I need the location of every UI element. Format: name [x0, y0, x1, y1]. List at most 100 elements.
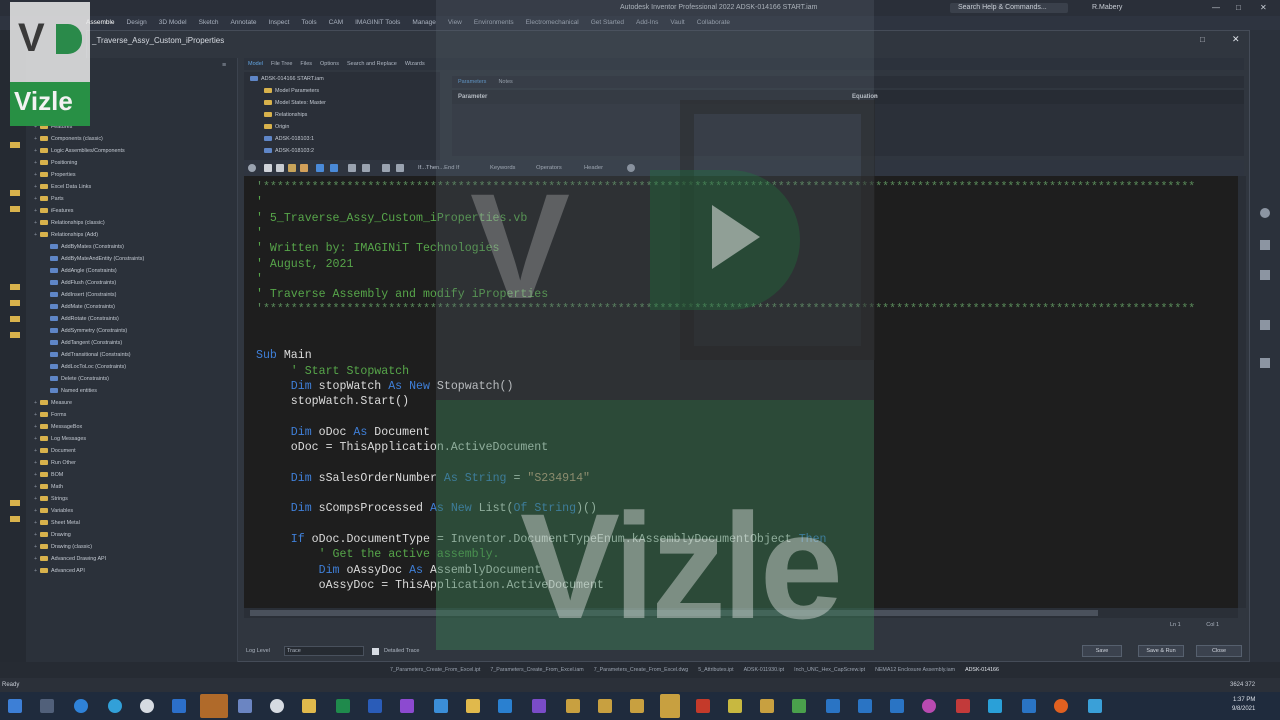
start-icon[interactable] [8, 699, 22, 713]
vertical-scrollbar[interactable] [1238, 176, 1246, 608]
model-tree-node[interactable]: ADSK-018103:2 [264, 146, 314, 156]
document-tab[interactable]: Inch_UNC_Hex_CapScrew.ipt [794, 667, 865, 673]
ribbon-tab[interactable]: Assemble [86, 19, 115, 26]
tree-node[interactable]: AddAngle (Constraints) [50, 266, 117, 276]
look-at-icon[interactable] [1260, 358, 1270, 368]
cut-icon[interactable] [264, 164, 272, 172]
expand-icon[interactable]: + [34, 170, 38, 180]
tree-node[interactable]: + iFeatures [34, 206, 73, 216]
tree-node[interactable]: + BOM [34, 470, 63, 480]
expand-icon[interactable]: + [34, 206, 38, 216]
tree-node[interactable]: + Logic Assemblies/Components [34, 146, 125, 156]
folder-icon[interactable] [10, 516, 20, 522]
outlook-icon[interactable] [172, 699, 186, 713]
model-tree-node[interactable]: Model Parameters [264, 86, 319, 96]
copy-icon[interactable] [276, 164, 284, 172]
folder-icon[interactable] [10, 300, 20, 306]
tree-node[interactable]: + Properties [34, 170, 76, 180]
inventor-active-icon[interactable] [660, 694, 680, 718]
autocad-icon[interactable] [696, 699, 710, 713]
tree-node[interactable]: AddByMateAndEntity (Constraints) [50, 254, 144, 264]
tree-node[interactable]: + Run Other [34, 458, 76, 468]
steering-wheel-icon[interactable] [1260, 208, 1270, 218]
tree-node[interactable]: + Advanced API [34, 566, 85, 576]
folder-icon[interactable] [10, 500, 20, 506]
model-tree-node[interactable]: ADSK-014166 START.iam [250, 74, 324, 84]
tree-node[interactable]: + Log Messages [34, 434, 86, 444]
expand-icon[interactable]: + [34, 434, 38, 444]
tree-node[interactable]: AddSymmetry (Constraints) [50, 326, 127, 336]
top-tab[interactable]: Search and Replace [347, 61, 397, 67]
ribbon-tab[interactable]: Annotate [230, 19, 256, 26]
orbit-icon[interactable] [1260, 320, 1270, 330]
ribbon-tab[interactable]: Design [127, 19, 147, 26]
tree-node[interactable]: AddTransitional (Constraints) [50, 350, 131, 360]
folder-icon[interactable] [10, 190, 20, 196]
ribbon-tab[interactable]: IMAGINiT Tools [355, 19, 400, 26]
app-icon[interactable] [890, 699, 904, 713]
tree-node[interactable]: AddFlush (Constraints) [50, 278, 116, 288]
tree-node[interactable]: + Drawing (classic) [34, 542, 92, 552]
tree-node[interactable]: + Math [34, 482, 63, 492]
document-tab[interactable]: NEMA12 Enclosure Assembly.iam [875, 667, 955, 673]
top-tab[interactable]: Files [300, 61, 312, 67]
expand-icon[interactable]: + [34, 482, 38, 492]
indent-icon[interactable] [348, 164, 356, 172]
expand-icon[interactable]: + [34, 542, 38, 552]
tree-node[interactable]: + Excel Data Links [34, 182, 91, 192]
expand-icon[interactable]: + [34, 194, 38, 204]
navisworks-icon[interactable] [858, 699, 872, 713]
model-tree-node[interactable]: ADSK-018103:1 [264, 134, 314, 144]
tree-node[interactable]: AddByMates (Constraints) [50, 242, 124, 252]
app-icon[interactable] [1088, 699, 1102, 713]
tree-node[interactable]: AddInsert (Constraints) [50, 290, 116, 300]
tree-node[interactable]: + Measure [34, 398, 72, 408]
pin-icon[interactable]: ≡ [222, 62, 226, 69]
ribbon-tab[interactable]: Tools [301, 19, 316, 26]
tree-node[interactable]: + Parts [34, 194, 64, 204]
tree-node[interactable]: + Relationships (classic) [34, 218, 105, 228]
expand-icon[interactable]: + [34, 410, 38, 420]
tree-node[interactable]: + Variables [34, 506, 73, 516]
word-icon[interactable] [368, 699, 382, 713]
log-level-select[interactable]: Trace [284, 646, 364, 656]
ribbon-tab[interactable]: Manage [412, 19, 436, 26]
expand-icon[interactable]: + [34, 566, 38, 576]
search-icon[interactable] [248, 164, 256, 172]
tree-node[interactable]: AddRotate (Constraints) [50, 314, 119, 324]
firefox-icon[interactable] [1054, 699, 1068, 713]
taskbar-clock[interactable]: 1:37 PM 9/8/2021 [1232, 696, 1255, 714]
outdent-icon[interactable] [362, 164, 370, 172]
top-tab[interactable]: Wizards [405, 61, 425, 67]
close-window-icon[interactable]: ✕ [1260, 0, 1267, 16]
app-icon[interactable] [956, 699, 970, 713]
snip-icon[interactable] [434, 699, 448, 713]
save-button[interactable]: Save [1082, 645, 1122, 657]
top-tab[interactable]: Options [320, 61, 339, 67]
expand-icon[interactable]: + [34, 182, 38, 192]
clipboard-icon[interactable] [300, 164, 308, 172]
top-tab[interactable]: Model [248, 61, 263, 67]
ribbon-tab[interactable]: Sketch [199, 19, 219, 26]
task-view-icon[interactable] [40, 699, 54, 713]
document-tab[interactable]: 5_Attributes.ipt [698, 667, 733, 673]
onenote-icon[interactable] [400, 699, 414, 713]
expand-icon[interactable]: + [34, 218, 38, 228]
tree-node[interactable]: + MessageBox [34, 422, 82, 432]
expand-icon[interactable]: + [34, 230, 38, 240]
undo-icon[interactable] [316, 164, 324, 172]
edge-dev-icon[interactable] [108, 699, 122, 713]
expand-icon[interactable]: + [34, 506, 38, 516]
document-tab[interactable]: ADSK-014166 [965, 667, 999, 673]
document-tab[interactable]: ADSK-011930.ipt [744, 667, 785, 673]
visual-studio-icon[interactable] [532, 699, 546, 713]
document-tab[interactable]: 7_Parameters_Create_From_Excel.iam [490, 667, 583, 673]
zoom-icon[interactable] [1260, 270, 1270, 280]
app-icon[interactable] [1022, 699, 1036, 713]
expand-icon[interactable]: + [34, 422, 38, 432]
paste-icon[interactable] [288, 164, 296, 172]
ribbon-tab[interactable]: Inspect [269, 19, 290, 26]
tree-node[interactable]: AddLocToLoc (Constraints) [50, 362, 126, 372]
tree-node[interactable]: Named entities [50, 386, 97, 396]
folder-app-icon[interactable] [466, 699, 480, 713]
